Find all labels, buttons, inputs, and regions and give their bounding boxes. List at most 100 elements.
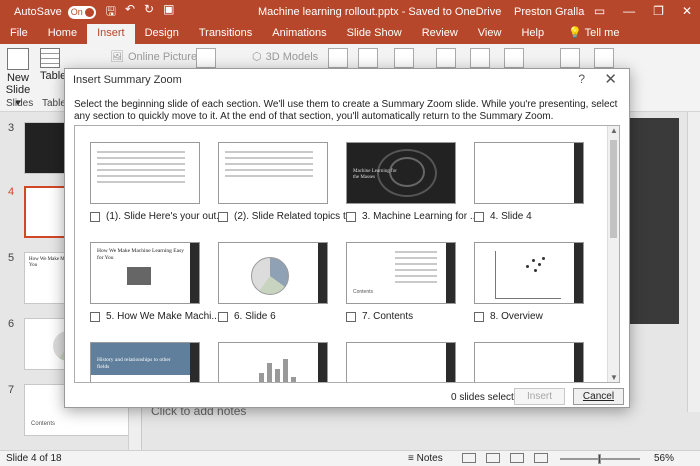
slide-card-11[interactable] bbox=[346, 342, 456, 382]
ribbon-display-icon[interactable]: ▭ bbox=[594, 4, 605, 18]
cancel-button[interactable]: Cancel bbox=[573, 388, 624, 405]
slide-checkbox[interactable] bbox=[218, 311, 228, 322]
tab-file[interactable]: File bbox=[0, 24, 38, 44]
slide-checkbox[interactable] bbox=[346, 211, 356, 222]
slide-thumbnail[interactable]: History and relationships to other field… bbox=[90, 342, 200, 382]
3d-models-button[interactable]: ⬡ 3D Models bbox=[252, 50, 318, 64]
slide-card-10[interactable] bbox=[218, 342, 328, 382]
zoom-slider[interactable] bbox=[560, 454, 640, 464]
canvas-scrollbar[interactable] bbox=[687, 112, 700, 412]
slide-thumbnail[interactable]: Contents bbox=[346, 242, 456, 304]
table-button[interactable]: Table bbox=[40, 48, 66, 82]
undo-icon[interactable]: ↶ bbox=[125, 2, 135, 23]
tab-review[interactable]: Review bbox=[412, 24, 468, 44]
thumb-title: History and relationships to other field… bbox=[97, 357, 171, 370]
scroll-up-icon[interactable]: ▲ bbox=[610, 126, 618, 135]
slide-thumbnail[interactable] bbox=[90, 142, 200, 204]
slide-card-5[interactable]: How We Make Machine Learning Easy for Yo… bbox=[90, 242, 220, 322]
slide-card-8[interactable]: 8. Overview bbox=[474, 242, 584, 322]
slide-number: 5 bbox=[8, 252, 15, 264]
slide-card-9[interactable]: History and relationships to other field… bbox=[90, 342, 200, 382]
audio-icon[interactable] bbox=[594, 48, 614, 68]
text-lines-graphic bbox=[97, 151, 185, 187]
comment-icon[interactable] bbox=[394, 48, 414, 68]
new-slide-label: New bbox=[6, 72, 29, 84]
autosave-toggle[interactable]: On bbox=[67, 5, 96, 19]
slide-counter: Slide 4 of 18 bbox=[6, 453, 62, 464]
user-name[interactable]: Preston Gralla bbox=[514, 6, 584, 18]
tab-insert[interactable]: Insert bbox=[87, 24, 135, 44]
slide-thumbnail[interactable]: How We Make Machine Learning Easy for Yo… bbox=[90, 242, 200, 304]
header-footer-icon[interactable] bbox=[470, 48, 490, 68]
slide-edge-graphic bbox=[446, 343, 455, 382]
close-window-icon[interactable]: ✕ bbox=[682, 4, 692, 18]
slide-card-6[interactable]: 6. Slide 6 bbox=[218, 242, 328, 322]
slide-edge-graphic bbox=[190, 343, 199, 382]
slide-card-2[interactable]: (2). Slide Related topics t... bbox=[218, 142, 354, 222]
save-icon[interactable]: 🖫 bbox=[106, 2, 116, 23]
slide-edge-graphic bbox=[627, 118, 679, 324]
list-lines-graphic bbox=[395, 251, 437, 287]
tab-slide-show[interactable]: Slide Show bbox=[337, 24, 412, 44]
online-pictures-button[interactable]: 🖼 Online Pictures bbox=[110, 50, 203, 64]
chart-icon[interactable] bbox=[358, 48, 378, 68]
tab-animations[interactable]: Animations bbox=[262, 24, 336, 44]
slide-checkbox[interactable] bbox=[90, 211, 100, 222]
thumb-title: How We Make Machine Learning Easy for Yo… bbox=[97, 248, 184, 261]
minimize-icon[interactable]: — bbox=[623, 4, 635, 18]
slide-edge-graphic bbox=[574, 343, 583, 382]
slide-edge-graphic bbox=[318, 343, 327, 382]
slide-label: (2). Slide Related topics t... bbox=[234, 211, 355, 222]
grid-scrollbar[interactable]: ▲ ▼ bbox=[607, 126, 619, 382]
slide-thumbnail[interactable] bbox=[346, 342, 456, 382]
insert-button[interactable]: Insert bbox=[514, 388, 565, 405]
slide-checkbox[interactable] bbox=[346, 311, 356, 322]
slide-card-7[interactable]: Contents 7. Contents bbox=[346, 242, 456, 322]
maximize-icon[interactable]: ❐ bbox=[653, 4, 664, 18]
scroll-down-icon[interactable]: ▼ bbox=[610, 373, 618, 382]
wordart-icon[interactable] bbox=[504, 48, 524, 68]
tab-home[interactable]: Home bbox=[38, 24, 87, 44]
slide-thumbnail[interactable] bbox=[218, 242, 328, 304]
slide-thumbnail[interactable]: Machine Learning for the Masses bbox=[346, 142, 456, 204]
close-icon[interactable]: ✕ bbox=[604, 70, 617, 88]
slide-sorter-icon[interactable] bbox=[486, 453, 500, 463]
slide-card-1[interactable]: (1). Slide Here's your out... bbox=[90, 142, 225, 222]
slide-checkbox[interactable] bbox=[90, 311, 100, 322]
redo-icon[interactable]: ↻ bbox=[144, 2, 154, 23]
tab-design[interactable]: Design bbox=[135, 24, 189, 44]
slide-thumbnail[interactable] bbox=[474, 342, 584, 382]
reading-view-icon[interactable] bbox=[510, 453, 524, 463]
slide-edge-graphic bbox=[574, 243, 583, 303]
slide-thumbnail[interactable] bbox=[218, 142, 328, 204]
slide-number: 6 bbox=[8, 318, 15, 330]
slide-card-4[interactable]: 4. Slide 4 bbox=[474, 142, 584, 222]
tab-help[interactable]: Help bbox=[511, 24, 554, 44]
tab-transitions[interactable]: Transitions bbox=[189, 24, 262, 44]
slide-checkbox[interactable] bbox=[218, 211, 228, 222]
slide-card-3[interactable]: Machine Learning for the Masses 3. Machi… bbox=[346, 142, 478, 222]
textbox-icon[interactable] bbox=[436, 48, 456, 68]
normal-view-icon[interactable] bbox=[462, 453, 476, 463]
slideshow-view-icon[interactable] bbox=[534, 453, 548, 463]
notes-button[interactable]: ≡ Notes bbox=[408, 453, 443, 464]
symbol-icon[interactable] bbox=[560, 48, 580, 68]
slide-card-12[interactable] bbox=[474, 342, 584, 382]
scatter-graphic bbox=[495, 251, 561, 299]
slide-checkbox[interactable] bbox=[474, 211, 484, 222]
zoom-slider-thumb[interactable] bbox=[598, 454, 601, 464]
zoom-level[interactable]: 56% bbox=[654, 453, 674, 464]
online-pictures-label: Online Pictures bbox=[127, 50, 203, 63]
shapes-icon[interactable] bbox=[196, 48, 216, 68]
help-icon[interactable]: ? bbox=[578, 72, 585, 86]
slide-thumbnail[interactable] bbox=[474, 142, 584, 204]
scroll-thumb[interactable] bbox=[610, 140, 617, 238]
slide-thumbnail[interactable] bbox=[474, 242, 584, 304]
tell-me-search[interactable]: 💡 Tell me bbox=[558, 24, 629, 44]
slide-thumbnail[interactable] bbox=[218, 342, 328, 382]
present-icon[interactable]: ▣ bbox=[163, 2, 174, 23]
slide-checkbox[interactable] bbox=[474, 311, 484, 322]
tab-view[interactable]: View bbox=[468, 24, 512, 44]
dialog-footer: 0 slides selected Insert Cancel bbox=[65, 387, 629, 407]
smartart-icon[interactable] bbox=[328, 48, 348, 68]
